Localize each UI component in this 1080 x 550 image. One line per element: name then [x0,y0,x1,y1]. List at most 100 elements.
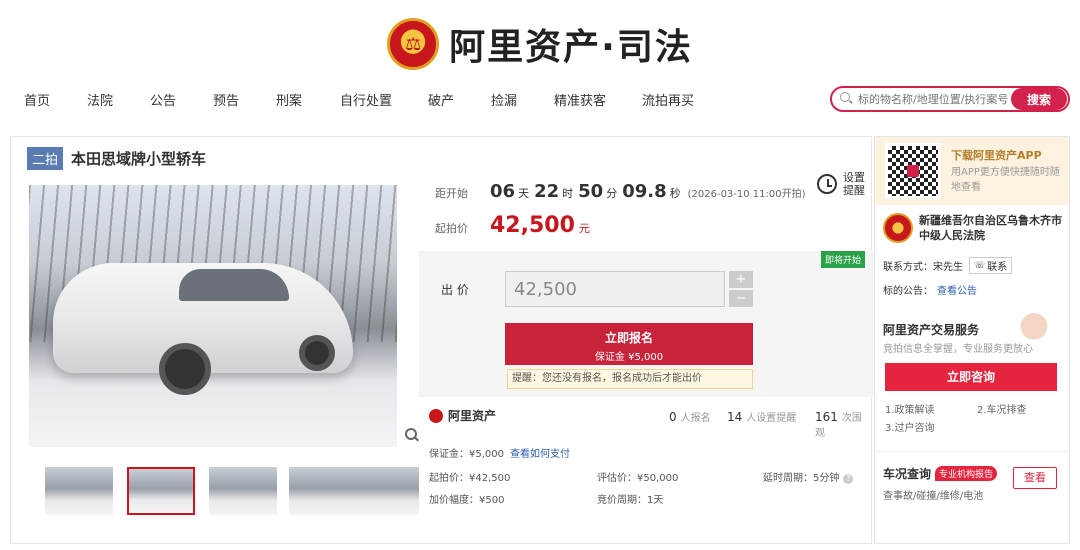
nav-item-announcement[interactable]: 公告 [150,90,176,109]
signup-tip: 提醒：您还没有报名，报名成功后才能出价 [507,369,753,389]
deposit-label: 保证金 ¥5,000 [594,352,664,363]
main-photo[interactable] [29,185,397,447]
thumbnail-active[interactable] [127,467,195,515]
alarm-clock-icon [817,174,837,194]
search-button[interactable]: 搜索 [1011,88,1067,110]
countdown-label: 距开始 [435,187,468,200]
start-price: 起拍价 42,500 元 [435,213,590,238]
photo-car-wheel [159,343,211,395]
court-emblem-icon [883,213,913,243]
phone-icon: ☏ [974,260,986,271]
vehicle-check-title: 车况查询 专业机构报告 [883,465,998,482]
countdown-days: 06 [490,181,516,202]
vehicle-check-button[interactable]: 查看 [1013,467,1057,489]
auction-round-badge: 二拍 [27,147,64,170]
delay-cycle-text: 延时周期：5分钟 [763,473,840,484]
nav-item-home[interactable]: 首页 [24,90,50,109]
app-download-box[interactable]: 下载阿里资产APP 用APP更方便快捷随时随地查看 [875,137,1069,205]
nav-item-bargain[interactable]: 捡漏 [491,90,517,109]
nav-item-relist[interactable]: 流拍再买 [642,90,694,109]
thumbnail[interactable] [45,467,113,515]
detail-delay-cycle: 延时周期：5分钟? [763,469,854,484]
signup-button[interactable]: 立即报名 保证金 ¥5,000 [505,323,753,365]
countdown-minutes: 50 [578,181,604,202]
view-count-value: 161 [815,410,838,424]
status-badge: 即将开始 [821,251,866,268]
service-title: 阿里资产交易服务 [883,323,980,337]
service-item: 2.车况排查 [977,405,1027,416]
contact-label: 联系方式：宋先生 [883,262,963,273]
notice-row: 标的公告： 查看公告 [883,282,977,297]
countdown: 距开始 06 天 22 时 50 分 09.8 秒 (2026-03-10 11… [435,181,806,202]
nav-item-self-disposal[interactable]: 自行处置 [340,90,392,109]
reminder-count-label: 人设置提醒 [746,413,797,424]
deposit-info: 保证金：¥5,000 查看如何支付 [429,445,570,460]
title-row: 二拍 本田思域牌小型轿车 [27,147,206,170]
detail-start-price: 起拍价：¥42,500 [429,473,511,484]
notice-label: 标的公告： [883,286,933,297]
help-icon[interactable]: ? [843,474,854,484]
start-price-label: 起拍价 [435,222,468,235]
thumbnail-strip [29,467,419,517]
countdown-days-unit: 天 [518,187,530,200]
nav-item-criminal[interactable]: 刑案 [276,90,302,109]
service-item: 1.政策解读 [885,405,935,416]
service-item: 3.过户咨询 [885,423,935,434]
court-emblem-icon: ⚖ [387,18,440,70]
auction-detail-card: 二拍 本田思域牌小型轿车 距开始 06 天 22 时 50 分 09.8 秒 (… [10,136,873,544]
bid-stepper: + − [729,271,753,307]
nav-item-preview[interactable]: 预告 [213,90,239,109]
view-count: 161 次围观 [815,409,869,439]
ali-asset-icon [429,408,443,423]
site-header: ⚖ 阿里资产·司法 [0,14,1080,74]
site-title[interactable]: 阿里资产·司法 [449,18,693,70]
item-title: 本田思域牌小型轿车 [71,150,207,168]
view-notice-link[interactable]: 查看公告 [937,286,977,297]
signup-count-label: 人报名 [680,413,711,424]
app-download-subtitle: 用APP更方便快捷随时随地查看 [951,167,1060,193]
contact-button[interactable]: ☏ 联系 [969,257,1013,274]
sidebar: 下载阿里资产APP 用APP更方便快捷随时随地查看 新疆维吾尔自治区乌鲁木齐市中… [874,136,1070,544]
detail-bid-cycle: 竞价周期：1天 [597,495,664,506]
search-bar: 搜索 [830,86,1070,112]
ali-asset-logo: 阿里资产 [429,407,496,424]
nav-item-bankruptcy[interactable]: 破产 [428,90,454,109]
bid-label: 出 价 [441,283,469,297]
set-reminder-label: 设置提醒 [843,171,865,197]
pro-report-badge: 专业机构报告 [935,466,998,481]
increase-bid-button[interactable]: + [729,271,753,288]
decrease-bid-button[interactable]: − [729,290,753,307]
reminder-count: 14 人设置提醒 [727,409,796,424]
contact-button-label: 联系 [987,262,1008,273]
photo-car-wheel [299,335,335,371]
court-info[interactable]: 新疆维吾尔自治区乌鲁木齐市中级人民法院 [883,213,1065,243]
app-logo-icon [907,165,919,177]
bid-amount-input[interactable]: 42,500 [505,271,725,307]
signup-count-value: 0 [669,410,677,424]
deposit-text: 保证金：¥5,000 [429,449,504,460]
set-reminder-button[interactable]: 设置提醒 [817,171,867,197]
app-download-title: 下载阿里资产APP [951,149,1042,162]
photo-car-window [179,269,289,301]
detail-appraisal: 评估价：¥50,000 [597,473,679,484]
search-icon [840,92,854,106]
search-input[interactable] [858,92,1011,106]
nav-item-court[interactable]: 法院 [87,90,113,109]
thumbnail[interactable] [289,467,357,515]
service-subtitle: 竞拍信息全掌握，专业服务更放心 [883,344,1033,355]
thumbnail[interactable] [351,467,419,515]
ali-asset-text: 阿里资产 [448,409,497,423]
countdown-minutes-unit: 分 [606,187,618,200]
how-to-pay-link[interactable]: 查看如何支付 [510,449,570,460]
countdown-seconds-unit: 秒 [669,187,681,200]
vehicle-check-subtitle: 查事故/碰撞/维修/电池 [883,491,984,502]
court-name[interactable]: 新疆维吾尔自治区乌鲁木齐市中级人民法院 [919,213,1065,243]
nav-item-precise-leads[interactable]: 精准获客 [554,90,606,109]
zoom-icon[interactable] [405,428,419,442]
start-price-value: 42,500 [490,213,575,238]
consult-button[interactable]: 立即咨询 [885,363,1057,391]
contact-row: 联系方式：宋先生 ☏ 联系 [883,257,1013,274]
countdown-hours: 22 [534,181,560,202]
stats-row: 阿里资产 0 人报名 14 人设置提醒 161 次围观 [429,407,869,439]
thumbnail[interactable] [209,467,277,515]
